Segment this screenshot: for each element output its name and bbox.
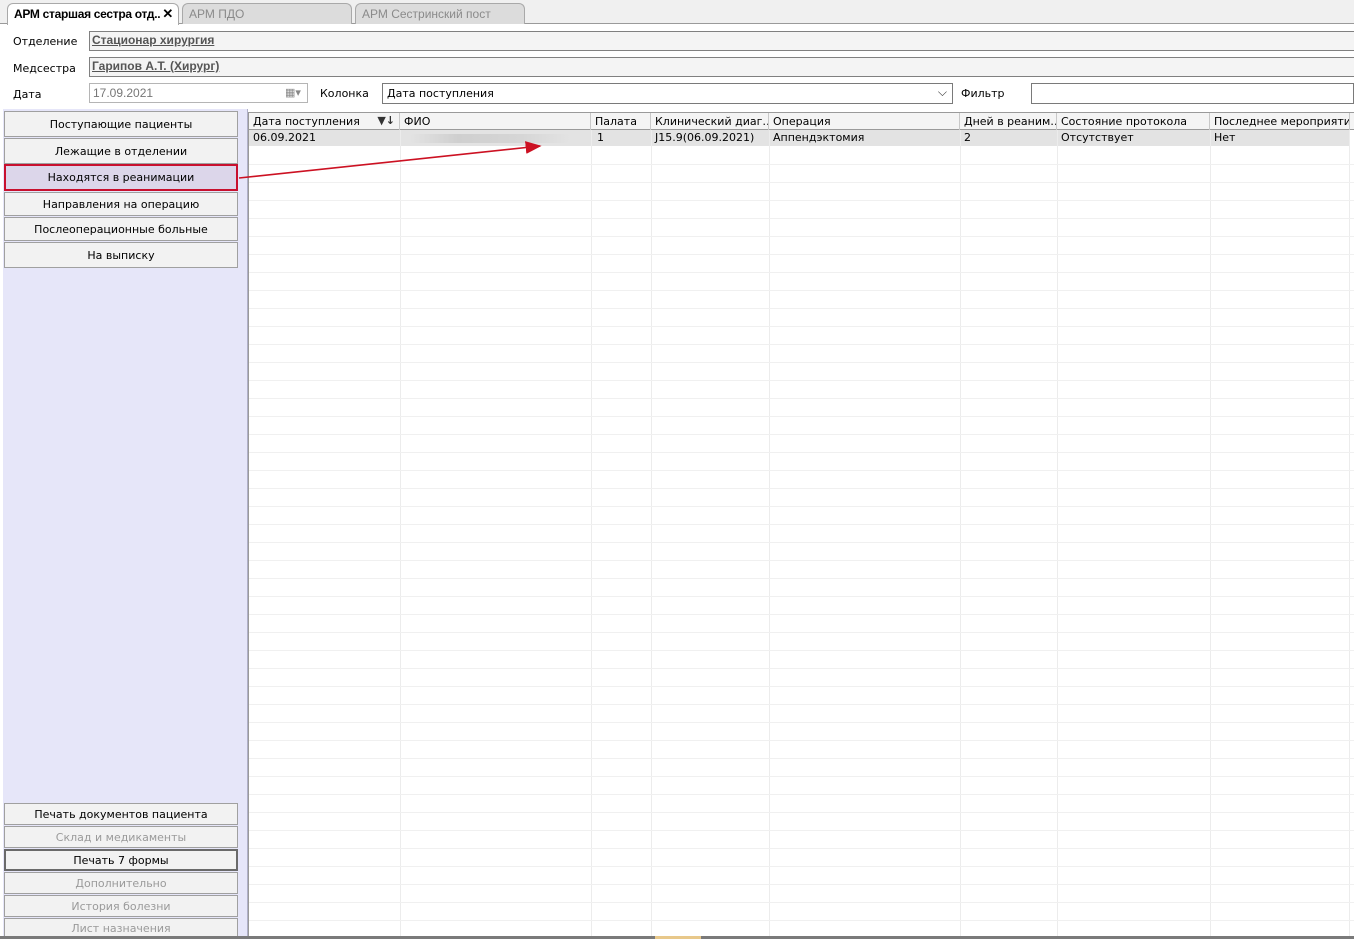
annotation-arrow bbox=[238, 141, 542, 179]
annotation-arrow-line bbox=[238, 141, 542, 179]
